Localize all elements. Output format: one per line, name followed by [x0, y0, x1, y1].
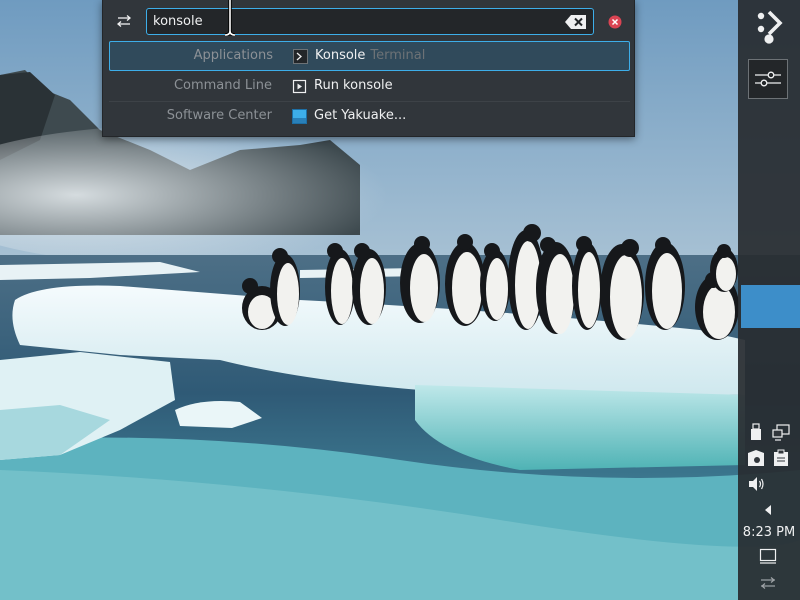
run-command-icon: [292, 79, 307, 94]
result-item-get-yakuake[interactable]: Software Center Get Yakuake...: [109, 102, 630, 132]
application-launcher-icon[interactable]: [748, 6, 790, 48]
result-subtitle: Terminal: [370, 48, 426, 63]
vault-icon[interactable]: [746, 448, 766, 468]
terminal-icon: [293, 49, 308, 64]
usb-device-icon[interactable]: [746, 422, 766, 442]
result-item-konsole[interactable]: Applications Konsole Terminal: [109, 41, 630, 71]
expand-tray-icon[interactable]: [758, 500, 778, 520]
search-input[interactable]: [147, 9, 557, 34]
result-category: Command Line: [173, 78, 272, 93]
result-item-run-konsole[interactable]: Command Line Run konsole: [109, 72, 630, 102]
panel-settings-icon[interactable]: [758, 573, 778, 593]
show-desktop-icon[interactable]: [758, 546, 778, 566]
search-field[interactable]: [146, 8, 594, 35]
clipboard-icon[interactable]: [771, 448, 791, 468]
software-center-icon: [292, 109, 307, 124]
result-title: Run konsole: [314, 78, 393, 93]
result-category: Applications: [193, 48, 273, 63]
result-title: Konsole: [315, 48, 366, 63]
task-manager-item[interactable]: [741, 285, 800, 328]
close-circle-icon[interactable]: [606, 13, 623, 30]
network-icon[interactable]: [771, 422, 791, 442]
desktop-panel: 8:23 PM: [738, 0, 800, 600]
backspace-clear-icon[interactable]: [563, 12, 589, 31]
result-category: Software Center: [166, 108, 272, 123]
digital-clock[interactable]: 8:23 PM: [738, 525, 800, 540]
result-title: Get Yakuake...: [314, 108, 407, 123]
pager-toggle-icon[interactable]: [748, 59, 788, 99]
krunner-dialog: Applications Konsole Terminal Command Lin…: [102, 0, 635, 137]
settings-sliders-icon[interactable]: [112, 9, 136, 33]
volume-icon[interactable]: [746, 474, 766, 494]
